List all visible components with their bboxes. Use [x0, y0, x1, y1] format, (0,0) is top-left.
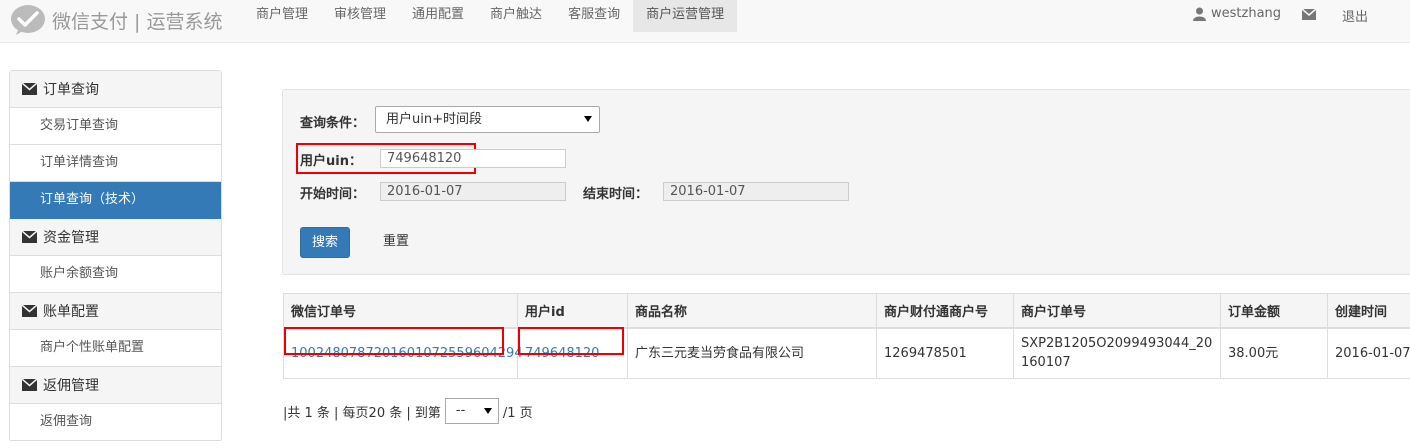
- sidebar-group-label: 返佣管理: [43, 378, 99, 394]
- cell-product-name: 广东三元麦当劳食品有限公司: [627, 327, 877, 379]
- cell-merchant-order-no: SXP2B1205O2099493044_20160107: [1013, 327, 1221, 379]
- col-header-order-amount: 订单金额: [1220, 293, 1328, 329]
- sidebar-group-bill-config[interactable]: 账单配置: [10, 293, 221, 330]
- query-panel: 查询条件： 用户uin+时间段 用户uin： 749648120 开始时间： 2…: [282, 89, 1410, 275]
- col-header-created-time: 创建时间: [1327, 293, 1410, 329]
- sidebar-item-order-detail-query[interactable]: 订单详情查询: [10, 145, 221, 182]
- query-condition-label: 查询条件：: [300, 116, 366, 131]
- envelope-icon: [22, 379, 37, 391]
- wechat-logo-icon: [11, 5, 45, 35]
- sidebar: 订单查询 交易订单查询 订单详情查询 订单查询（技术） 资金管理 账户余额查询 …: [9, 70, 222, 441]
- sidebar-group-label: 资金管理: [43, 230, 99, 246]
- user-id-highlight-box: [518, 327, 624, 355]
- sidebar-group-label: 账单配置: [43, 304, 99, 320]
- col-header-merchant-order-no: 商户订单号: [1013, 293, 1221, 329]
- envelope-icon: [22, 305, 37, 317]
- nav-audit-management[interactable]: 审核管理: [321, 0, 399, 32]
- query-condition-select[interactable]: 用户uin+时间段: [375, 106, 600, 133]
- sidebar-item-account-balance-query[interactable]: 账户余额查询: [10, 256, 221, 293]
- pagination-info: |共 1 条 | 每页20 条 | 到第: [283, 405, 441, 421]
- envelope-icon: [22, 83, 37, 95]
- order-no-highlight-box: [284, 327, 504, 355]
- sidebar-item-transaction-order-query[interactable]: 交易订单查询: [10, 108, 221, 145]
- col-header-user-id: 用户id: [517, 293, 628, 329]
- search-button[interactable]: 搜索: [300, 227, 350, 258]
- cell-order-amount: 38.00元: [1220, 327, 1328, 379]
- main-nav: 商户管理 审核管理 通用配置 商户触达 客服查询 商户运营管理: [243, 0, 738, 32]
- reset-button[interactable]: 重置: [373, 227, 419, 258]
- sidebar-group-commission-management[interactable]: 返佣管理: [10, 367, 221, 404]
- sidebar-item-commission-query[interactable]: 返佣查询: [10, 404, 221, 441]
- user-menu[interactable]: westzhang: [1193, 6, 1281, 21]
- dropdown-caret-icon: [483, 408, 492, 414]
- col-header-wechat-order-no: 微信订单号: [283, 293, 518, 329]
- uin-label: 用户uin：: [300, 154, 362, 169]
- sidebar-item-order-query-tech[interactable]: 订单查询（技术）: [10, 182, 221, 219]
- table-header-row: 微信订单号 用户id 商品名称 商户财付通商户号 商户订单号 订单金额 创建时间: [283, 293, 1410, 329]
- nav-merchant-operations[interactable]: 商户运营管理: [633, 0, 738, 32]
- pagination: |共 1 条 | 每页20 条 | 到第 -- /1 页: [283, 398, 533, 424]
- start-time-label: 开始时间：: [300, 187, 366, 202]
- dropdown-caret-icon: [584, 116, 592, 122]
- page-jump-value: --: [455, 403, 466, 418]
- wechat-pay-logo[interactable]: 微信支付 | 运营系统: [10, 4, 222, 36]
- mail-icon[interactable]: [1302, 9, 1316, 20]
- user-icon: [1193, 7, 1206, 21]
- sidebar-group-label: 订单查询: [43, 82, 99, 98]
- nav-merchant-reach[interactable]: 商户触达: [477, 0, 555, 32]
- nav-general-config[interactable]: 通用配置: [399, 0, 477, 32]
- cell-merchant-tenpay-no: 1269478501: [876, 327, 1014, 379]
- uin-input[interactable]: 749648120: [380, 149, 566, 168]
- sidebar-group-fund-management[interactable]: 资金管理: [10, 219, 221, 256]
- sidebar-item-merchant-custom-bill-config[interactable]: 商户个性账单配置: [10, 330, 221, 367]
- sidebar-group-order-query[interactable]: 订单查询: [10, 71, 221, 108]
- envelope-icon: [22, 231, 37, 243]
- username: westzhang: [1211, 6, 1282, 21]
- nav-merchant-management[interactable]: 商户管理: [243, 0, 321, 32]
- top-navbar: 微信支付 | 运营系统 商户管理 审核管理 通用配置 商户触达 客服查询 商户运…: [0, 0, 1410, 43]
- pagination-total: /1 页: [502, 405, 533, 421]
- col-header-merchant-tenpay-no: 商户财付通商户号: [876, 293, 1014, 329]
- col-header-product-name: 商品名称: [627, 293, 877, 329]
- end-time-input[interactable]: 2016-01-07: [663, 182, 849, 201]
- page-jump-select[interactable]: --: [444, 398, 499, 424]
- query-condition-value: 用户uin+时间段: [386, 112, 482, 127]
- logo-text: 微信支付 | 运营系统: [52, 10, 223, 33]
- start-time-input[interactable]: 2016-01-07: [380, 182, 566, 201]
- logout-link[interactable]: 退出: [1342, 6, 1368, 25]
- end-time-label: 结束时间：: [583, 187, 649, 202]
- cell-created-time: 2016-01-07: [1327, 327, 1410, 379]
- nav-customer-service-query[interactable]: 客服查询: [555, 0, 633, 32]
